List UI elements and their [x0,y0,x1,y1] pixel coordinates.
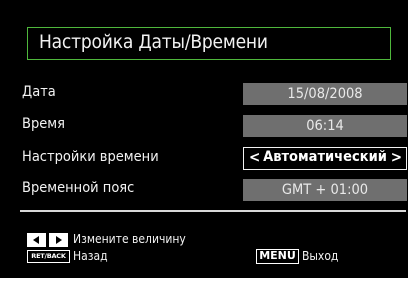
menu-key: MENU [256,249,299,264]
time-settings-value: Автоматический [263,149,387,165]
back-hint: Назад [73,249,108,263]
datetime-settings-panel: Настройка Даты/Времени Дата 15/08/2008 В… [0,0,408,278]
time-settings-label: Настройки времени [22,149,159,165]
left-arrow-key-icon [27,233,46,247]
time-value[interactable]: 06:14 [243,115,407,137]
page-title: Настройка Даты/Времени [39,31,268,53]
change-value-hint: Измените величину [73,232,186,246]
date-value[interactable]: 15/08/2008 [243,83,407,105]
left-right-keys [27,233,69,247]
right-arrow-key-icon [49,233,68,247]
selector-right-arrow-icon[interactable]: > [391,148,402,167]
retback-key: RET/BACK [27,250,70,263]
date-label: Дата [22,84,56,100]
timezone-value[interactable]: GMT + 01:00 [243,179,407,201]
timezone-label: Временной пояс [22,180,135,196]
divider [20,210,406,212]
title-box: Настройка Даты/Времени [27,27,391,60]
time-settings-selector[interactable]: < Автоматический > [243,147,407,170]
exit-hint: Выход [302,249,339,263]
time-label: Время [22,116,65,132]
selector-left-arrow-icon[interactable]: < [249,148,260,167]
